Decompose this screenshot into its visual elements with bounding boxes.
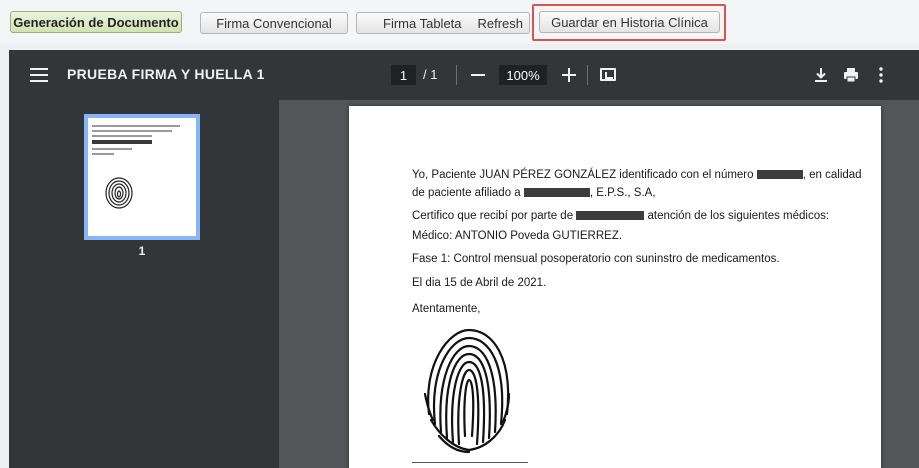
divider (587, 65, 588, 85)
redaction-box (576, 211, 645, 220)
page-total: / 1 (423, 67, 438, 82)
thumbnail-text-line (92, 135, 152, 137)
thumbnail-text-line (92, 125, 180, 127)
document-line: de paciente afiliado a , E.P.S., S.A, (412, 187, 656, 199)
thumbnail-sidebar: 1 (9, 100, 279, 468)
tablet-refresh-group: Firma Tableta Refresh (356, 12, 530, 34)
generate-document-button[interactable]: Generación de Documento (10, 11, 182, 33)
thumbnail-fingerprint (105, 177, 133, 209)
fit-page-icon[interactable] (600, 68, 616, 81)
top-toolbar: Generación de Documento Firma Convencion… (0, 0, 919, 44)
thumbnail-text-line (92, 130, 172, 132)
document-line: Médico: ANTONIO Poveda GUTIERREZ. (412, 230, 623, 242)
more-options-icon[interactable] (870, 64, 892, 86)
zoom-level-input[interactable]: 100% (499, 65, 547, 85)
conventional-signature-button[interactable]: Firma Convencional (200, 12, 348, 34)
document-line: Atentamente, (412, 303, 481, 315)
fingerprint-image (423, 328, 511, 454)
thumbnail-page-number: 1 (138, 244, 146, 258)
download-icon[interactable] (810, 64, 832, 86)
zoom-out-icon[interactable] (471, 74, 485, 76)
document-page: Yo, Paciente JUAN PÉREZ GONZÁLEZ identif… (349, 106, 881, 468)
viewer-toolbar: PRUEBA FIRMA Y HUELLA 1 1 / 1 100% (9, 50, 919, 100)
divider (456, 65, 457, 85)
document-title: PRUEBA FIRMA Y HUELLA 1 (67, 66, 265, 82)
zoom-in-icon[interactable] (562, 68, 576, 82)
tablet-signature-button[interactable]: Firma Tableta (383, 16, 462, 31)
document-line: Fase 1: Control mensual posoperatorio co… (412, 253, 780, 265)
print-icon[interactable] (840, 64, 862, 86)
thumbnail-text-line (92, 153, 114, 155)
pdf-viewer: PRUEBA FIRMA Y HUELLA 1 1 / 1 100% 1 Yo,… (9, 50, 919, 468)
redaction-box (756, 170, 803, 179)
redaction-box (523, 188, 590, 197)
thumbnail-redaction (92, 140, 152, 144)
save-to-clinical-history-button[interactable]: Guardar en Historia Clínica (539, 11, 720, 33)
menu-icon[interactable] (30, 68, 48, 82)
signature-line (412, 462, 528, 463)
page-thumbnail[interactable] (84, 114, 200, 240)
document-line: El dia 15 de Abril de 2021. (412, 277, 547, 289)
page-number-input[interactable]: 1 (391, 65, 416, 85)
thumbnail-text-line (92, 148, 132, 150)
document-line: Yo, Paciente JUAN PÉREZ GONZÁLEZ identif… (412, 169, 862, 181)
refresh-button[interactable]: Refresh (477, 16, 523, 31)
document-line: Certifico que recibí por parte de atenci… (412, 210, 830, 222)
